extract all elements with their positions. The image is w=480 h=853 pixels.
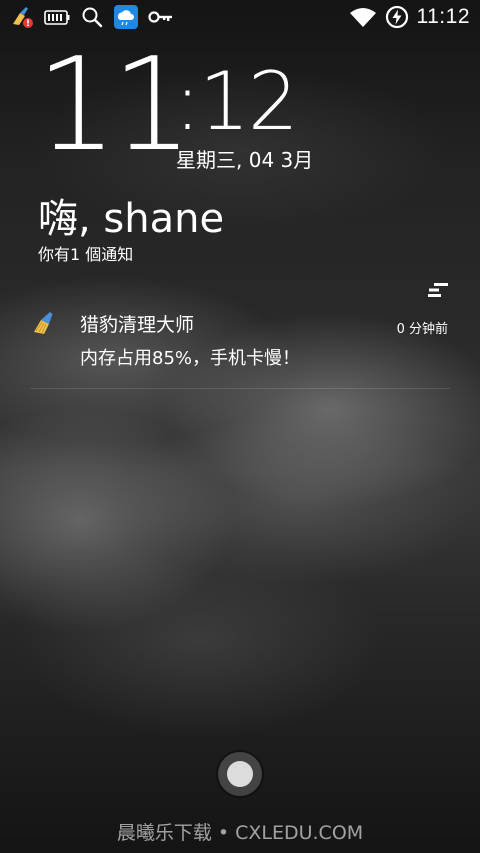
key-icon: [148, 5, 174, 29]
clock-hour: 11: [36, 31, 193, 180]
status-icons-left: [10, 5, 174, 29]
greeting: 嗨, shane: [38, 196, 225, 242]
status-icons-right: 11:12: [349, 5, 471, 29]
clock-date: 星期三, 04 3月: [176, 148, 314, 172]
wifi-icon: [349, 5, 377, 29]
cleaner-alert-icon: [10, 5, 34, 29]
notification-message: 内存占用85%，手机卡慢！: [80, 348, 301, 369]
unlock-button[interactable]: [218, 752, 262, 796]
weather-cloud-icon: [114, 5, 138, 29]
notification-time: 0 分钟前: [396, 322, 448, 337]
search-icon: [80, 5, 104, 29]
menu-icon[interactable]: [426, 282, 450, 298]
broom-icon: [32, 310, 58, 336]
battery-charging-icon: [385, 5, 409, 29]
watermark: 晨曦乐下载 • CXLEDU.COM: [116, 822, 364, 844]
battery-level-icon: [44, 5, 70, 29]
status-bar: 11:12: [0, 0, 480, 34]
unlock-dot: [227, 761, 253, 787]
notification-count: 你有1 個通知: [38, 245, 134, 264]
status-time: 11:12: [416, 5, 470, 28]
notification-item[interactable]: 猎豹清理大师 0 分钟前 内存占用85%，手机卡慢！: [30, 306, 450, 389]
clock-minute: :12: [174, 55, 299, 148]
notification-app-name: 猎豹清理大师: [80, 314, 195, 336]
